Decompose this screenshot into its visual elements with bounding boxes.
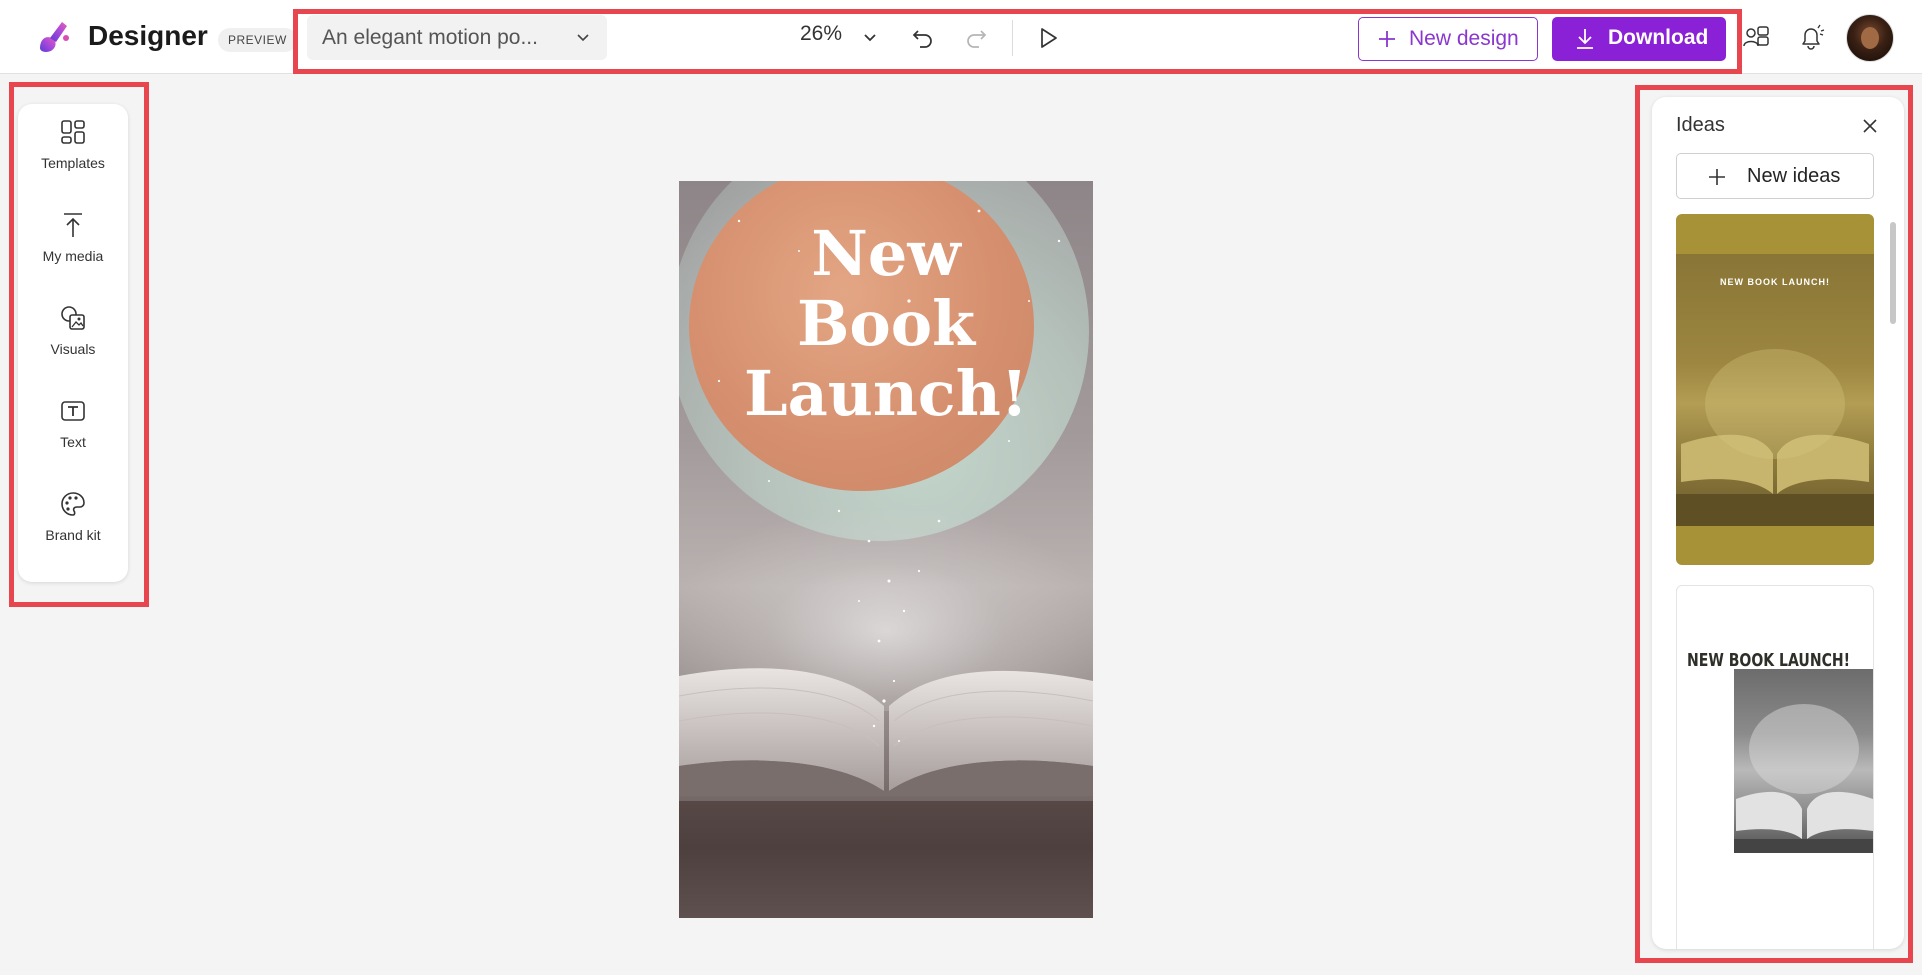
sidebar-item-label: My media xyxy=(42,248,104,264)
templates-icon xyxy=(61,120,85,144)
idea-card-image xyxy=(1676,254,1874,526)
undo-icon xyxy=(912,30,932,48)
app-name: Designer xyxy=(88,20,208,51)
design-title: An elegant motion po... xyxy=(322,26,538,49)
new-design-label: New design xyxy=(1409,27,1519,50)
idea-card[interactable]: NEW BOOK LAUNCH! xyxy=(1676,214,1874,565)
open-book-image xyxy=(1676,349,1874,526)
share-people-button[interactable] xyxy=(1738,19,1774,55)
bell-icon xyxy=(1802,24,1825,50)
new-ideas-label: New ideas xyxy=(1747,165,1841,187)
chevron-down-icon xyxy=(577,34,589,42)
ideas-title: Ideas xyxy=(1676,114,1725,136)
sidebar-item-visuals[interactable]: Visuals xyxy=(18,290,128,370)
upload-icon xyxy=(64,213,82,237)
design-canvas[interactable]: New Book Launch! xyxy=(679,181,1093,918)
designer-logo-icon xyxy=(40,22,69,52)
top-bar: Designer PREVIEW An elegant motion po...… xyxy=(0,0,1922,74)
zoom-level[interactable]: 26% xyxy=(800,22,842,46)
palette-icon xyxy=(61,492,85,516)
toolbar-divider xyxy=(1012,20,1013,56)
sidebar-item-templates[interactable]: Templates xyxy=(18,104,128,184)
sidebar-item-label: Text xyxy=(60,434,86,450)
text-icon xyxy=(61,401,85,421)
visuals-icon xyxy=(61,306,85,330)
idea-card-image xyxy=(1734,669,1873,853)
new-design-button[interactable]: New design xyxy=(1358,17,1538,61)
headline-line-1: New xyxy=(811,217,961,290)
new-ideas-button[interactable]: New ideas xyxy=(1676,153,1874,199)
sidebar-item-my-media[interactable]: My media xyxy=(18,197,128,277)
poster-headline[interactable]: New Book Launch! xyxy=(679,219,1093,429)
sidebar-item-brand-kit[interactable]: Brand kit xyxy=(18,476,128,556)
headline-line-2: Book xyxy=(796,287,976,360)
user-avatar[interactable] xyxy=(1846,14,1894,62)
idea-card[interactable]: NEW BOOK LAUNCH! xyxy=(1676,585,1874,949)
play-button[interactable] xyxy=(1030,20,1066,56)
plus-icon xyxy=(1379,31,1395,47)
redo-button[interactable] xyxy=(958,20,994,56)
notifications-button[interactable] xyxy=(1793,19,1829,55)
idea-card-caption: NEW BOOK LAUNCH! xyxy=(1720,277,1830,287)
plus-icon xyxy=(1709,169,1725,185)
redo-icon xyxy=(967,30,987,48)
download-label: Download xyxy=(1608,26,1709,49)
play-icon xyxy=(1041,28,1057,48)
download-icon xyxy=(1577,29,1593,49)
sidebar-item-label: Brand kit xyxy=(45,527,101,543)
download-button[interactable]: Download xyxy=(1552,17,1726,61)
zoom-chevron-down-icon[interactable] xyxy=(860,27,880,47)
sidebar-item-label: Visuals xyxy=(50,341,96,357)
preview-badge: PREVIEW xyxy=(218,28,297,52)
design-title-dropdown[interactable]: An elegant motion po... xyxy=(307,15,607,60)
people-icon xyxy=(1743,26,1769,47)
headline-line-3: Launch! xyxy=(744,357,1028,430)
left-toolbar: Templates My media Visuals Text Brand ki… xyxy=(18,104,128,582)
ideas-panel: Ideas New ideas NEW BOOK LAUNCH! NEW BOO… xyxy=(1652,97,1904,949)
idea-card-caption: NEW BOOK LAUNCH! xyxy=(1687,650,1851,671)
ideas-scrollbar[interactable] xyxy=(1890,222,1896,324)
sidebar-item-label: Templates xyxy=(41,155,105,171)
undo-button[interactable] xyxy=(905,20,941,56)
sidebar-item-text[interactable]: Text xyxy=(18,383,128,463)
open-book-image xyxy=(1734,704,1873,853)
close-icon[interactable] xyxy=(1859,115,1881,137)
